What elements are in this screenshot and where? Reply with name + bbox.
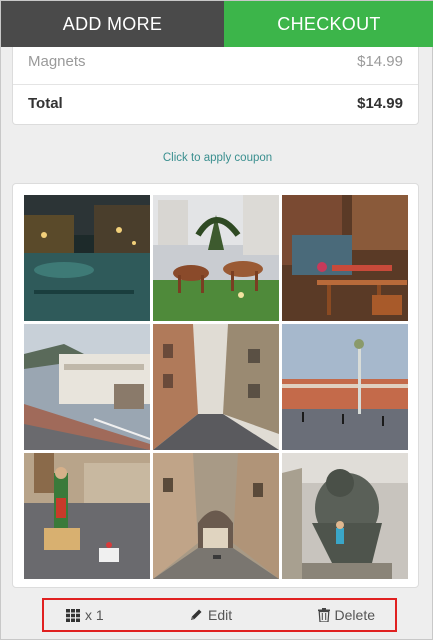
photo-canal-night: [24, 195, 150, 321]
photo-magnet-card: [12, 183, 419, 588]
delete-label: Delete: [334, 607, 375, 623]
photo-stone-sculpture: [282, 453, 408, 579]
delete-button[interactable]: Delete: [317, 607, 375, 623]
pencil-icon: [191, 609, 202, 620]
total-label: Total: [28, 95, 63, 112]
order-summary: Magnets $14.99 Total $14.99: [12, 47, 419, 125]
edit-button[interactable]: Edit: [189, 607, 232, 623]
photo-square-statue: [24, 453, 150, 579]
trash-icon: [317, 608, 330, 622]
item-actions-bar: x 1 Edit Delete: [42, 598, 397, 632]
edit-label: Edit: [208, 607, 233, 623]
total-price: $14.99: [357, 95, 403, 112]
total-row: Total $14.99: [28, 95, 403, 112]
photo-coastal-road: [24, 324, 150, 450]
line-item: Magnets $14.99: [28, 53, 403, 70]
photo-city-square: [282, 324, 408, 450]
photo-canal-cafe: [282, 195, 408, 321]
quantity-control[interactable]: x 1: [66, 607, 104, 623]
quantity-label: x 1: [85, 607, 104, 623]
apply-coupon-link[interactable]: Click to apply coupon: [1, 152, 433, 164]
photo-horse-sculptures: [153, 195, 279, 321]
checkout-button[interactable]: CHECKOUT: [224, 1, 433, 47]
line-item-name: Magnets: [28, 53, 86, 70]
summary-divider: [13, 84, 418, 85]
grid-icon: [66, 608, 80, 622]
add-more-button[interactable]: ADD MORE: [1, 1, 224, 47]
top-action-bar: ADD MORE CHECKOUT: [1, 1, 433, 47]
line-item-price: $14.99: [357, 53, 403, 70]
photo-narrow-street: [153, 324, 279, 450]
photo-old-town-alley: [153, 453, 279, 579]
photo-grid: [24, 195, 408, 579]
